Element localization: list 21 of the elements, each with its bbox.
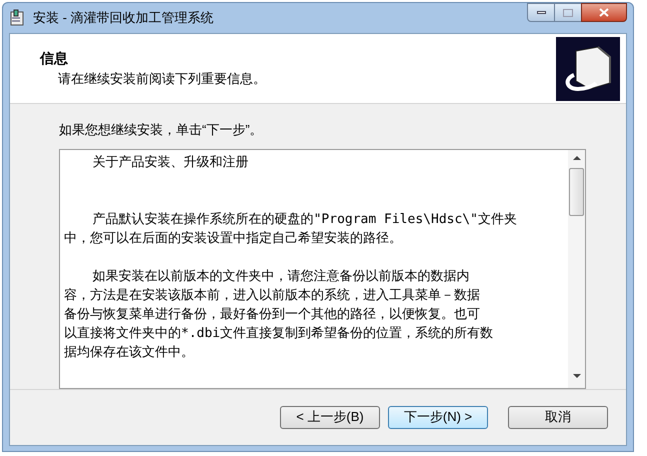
computer-icon [556,36,620,100]
close-icon [599,8,609,17]
maximize-icon [563,8,573,16]
memo-paragraph: 产品默认安装在操作系统所在的硬盘的"Program Files\Hdsc\"文件夹 中，您可以在后面的安装设置中指定自己希望安装的路径。 [64,210,518,248]
wizard-button[interactable]: 下一步(N) > [388,406,488,428]
minimize-button[interactable] [527,3,555,22]
memo-paragraph: 如果安装在以前版本的文件夹中，请您注意备份以前版本的数据内 容，方法是在安装该版本前，进入以前版本的系统，进入工具菜单－数据 备份与恢复菜单进行备份，最好备份到一个其他的路径，以便恢复。也可 以直接将文件夹中的*.dbi文件直接复制到希望备份的位置，系统的所有数 据均保存在该文件中。 [64,268,494,362]
close-button[interactable] [581,3,627,22]
scrollbar[interactable] [568,150,585,388]
wizard-button[interactable]: 取消 [508,406,608,428]
instruction-text: 如果您想继续安装，单击“下一步”。 [59,121,264,139]
maximize-button[interactable] [555,3,581,22]
header-subtitle: 请在继续安装前阅读下列重要信息。 [57,70,266,88]
window-title: 安装 - 滴灌带回收加工管理系统 [33,9,214,28]
wizard-button[interactable]: < 上一步(B) [280,406,380,428]
scroll-thumb[interactable] [569,168,584,216]
scroll-up-icon [572,156,580,160]
scroll-down-icon [572,374,580,378]
memo-paragraph: 关于产品安装、升级和注册 [92,154,250,172]
minimize-icon [536,11,546,14]
header-title: 信息 [40,49,69,68]
